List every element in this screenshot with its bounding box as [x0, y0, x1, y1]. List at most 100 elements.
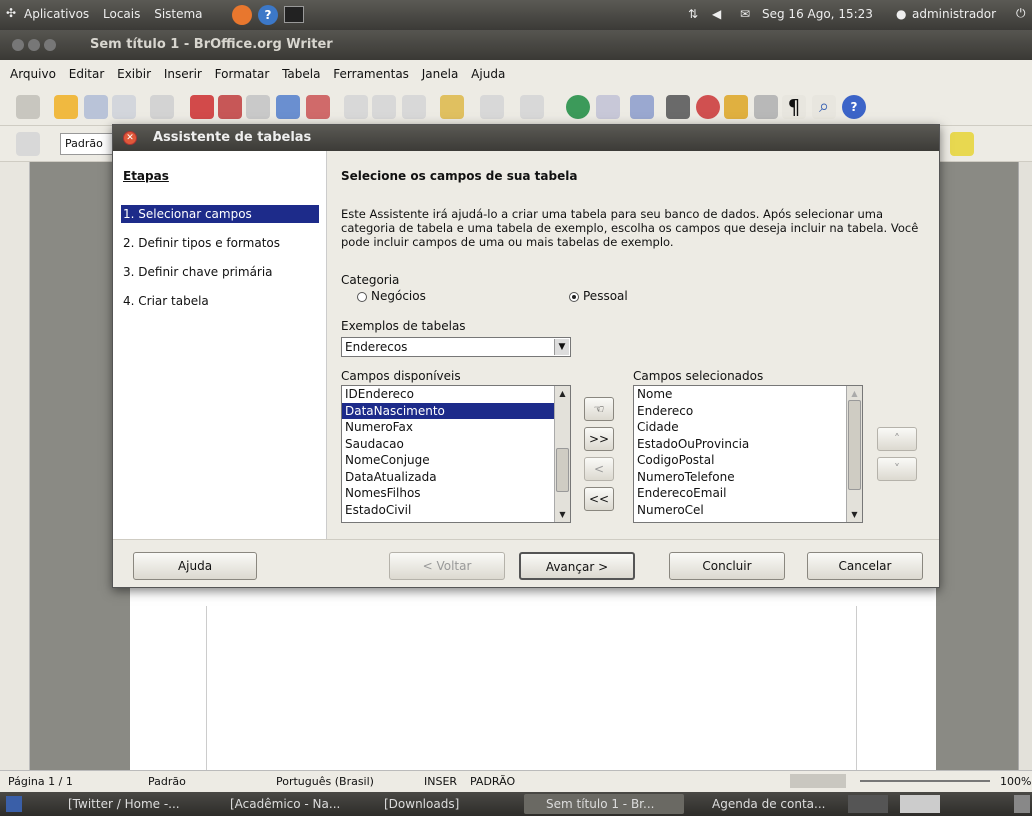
list-item[interactable]: NumeroFax	[342, 419, 570, 436]
list-item[interactable]: IDEndereco	[342, 386, 570, 403]
selection-mode[interactable]: PADRÃO	[470, 775, 515, 788]
help-toolbar-icon[interactable]: ?	[842, 95, 866, 119]
menu-inserir[interactable]: Inserir	[164, 67, 202, 81]
add-all-fields-button[interactable]: >>	[584, 427, 614, 451]
mail-icon[interactable]: ✉	[740, 7, 750, 21]
menu-exibir[interactable]: Exibir	[117, 67, 151, 81]
task-writer[interactable]: Sem título 1 - Br...	[524, 794, 684, 814]
list-item[interactable]: EstadoOuProvincia	[634, 436, 862, 453]
list-item[interactable]: NumeroTelefone	[634, 469, 862, 486]
insert-mode[interactable]: INSER	[424, 775, 457, 788]
terminal-icon[interactable]	[284, 6, 304, 23]
list-item[interactable]: NomesFilhos	[342, 485, 570, 502]
workspace-2[interactable]	[900, 795, 940, 813]
help-icon[interactable]: ?	[258, 5, 278, 25]
task-academico[interactable]: [Acadêmico - Na...	[208, 794, 358, 814]
open-icon[interactable]	[54, 95, 78, 119]
list-item[interactable]: DataAtualizada	[342, 469, 570, 486]
chevron-down-icon[interactable]: ▼	[554, 339, 569, 355]
redo-icon[interactable]	[520, 95, 544, 119]
scroll-thumb[interactable]	[556, 448, 569, 492]
print-icon[interactable]	[218, 95, 242, 119]
email-icon[interactable]	[112, 95, 136, 119]
available-list-scrollbar[interactable]: ▲ ▼	[554, 386, 570, 522]
cancel-button[interactable]: Cancelar	[807, 552, 923, 580]
paste-icon[interactable]	[402, 95, 426, 119]
data-sources-icon[interactable]	[754, 95, 778, 119]
clock[interactable]: Seg 16 Ago, 15:23	[762, 7, 873, 21]
edit-file-icon[interactable]	[150, 95, 174, 119]
power-icon[interactable]: ⏻	[1016, 6, 1026, 21]
list-item[interactable]: Endereco	[634, 403, 862, 420]
help-button[interactable]: Ajuda	[133, 552, 257, 580]
menu-janela[interactable]: Janela	[422, 67, 459, 81]
menu-ajuda[interactable]: Ajuda	[471, 67, 505, 81]
scroll-down-icon[interactable]: ▼	[556, 508, 569, 521]
radio-personal[interactable]: Pessoal	[569, 289, 628, 303]
radio-business[interactable]: Negócios	[357, 289, 426, 303]
cut-icon[interactable]	[344, 95, 368, 119]
menu-tabela[interactable]: Tabela	[282, 67, 320, 81]
remove-all-fields-button[interactable]: <<	[584, 487, 614, 511]
minimize-window-icon[interactable]	[28, 39, 40, 51]
zoom-icon[interactable]: ⌕	[812, 95, 836, 119]
add-field-button[interactable]: ☜	[584, 397, 614, 421]
list-item[interactable]: NomeConjuge	[342, 452, 570, 469]
menu-ferramentas[interactable]: Ferramentas	[333, 67, 409, 81]
draw-functions-icon[interactable]	[630, 95, 654, 119]
list-item[interactable]: Cidade	[634, 419, 862, 436]
remove-field-button[interactable]: <	[584, 457, 614, 481]
list-item[interactable]: NumeroCel	[634, 502, 862, 519]
volume-icon[interactable]: ◀	[712, 7, 721, 21]
spellcheck-icon[interactable]	[276, 95, 300, 119]
scroll-thumb[interactable]	[848, 400, 861, 490]
gnome-foot-icon[interactable]: ✣	[6, 6, 16, 20]
styles-formatting-icon[interactable]	[16, 132, 40, 156]
finish-button[interactable]: Concluir	[669, 552, 785, 580]
maximize-window-icon[interactable]	[44, 39, 56, 51]
language-indicator[interactable]: Português (Brasil)	[276, 775, 374, 788]
gallery-icon[interactable]	[724, 95, 748, 119]
table-icon[interactable]	[596, 95, 620, 119]
autospellcheck-icon[interactable]	[306, 95, 330, 119]
copy-icon[interactable]	[372, 95, 396, 119]
user-name[interactable]: administrador	[912, 7, 996, 21]
vertical-scrollbar[interactable]	[1018, 162, 1032, 770]
examples-combo[interactable]: Enderecos ▼	[341, 337, 571, 357]
step-define-types[interactable]: 2. Definir tipos e formatos	[121, 234, 319, 252]
view-layout-icon[interactable]	[790, 774, 846, 788]
format-paintbrush-icon[interactable]	[440, 95, 464, 119]
page-indicator[interactable]: Página 1 / 1	[8, 775, 73, 788]
formatting-marks-icon[interactable]: ¶	[782, 95, 806, 119]
new-document-icon[interactable]	[16, 95, 40, 119]
highlight-icon[interactable]	[950, 132, 974, 156]
selected-fields-list[interactable]: Nome Endereco Cidade EstadoOuProvincia C…	[633, 385, 863, 523]
step-primary-key[interactable]: 3. Definir chave primária	[121, 263, 319, 281]
task-agenda[interactable]: Agenda de conta...	[690, 794, 840, 814]
navigator-icon[interactable]	[696, 95, 720, 119]
zoom-slider[interactable]	[860, 780, 990, 782]
network-icon[interactable]: ⇅	[688, 7, 698, 21]
list-item[interactable]: EstadoCivil	[342, 502, 570, 519]
radio-personal-indicator[interactable]	[569, 291, 579, 302]
window-titlebar[interactable]: Sem título 1 - BrOffice.org Writer	[0, 30, 1032, 60]
firefox-icon[interactable]	[232, 5, 252, 25]
export-pdf-icon[interactable]	[190, 95, 214, 119]
trash-icon[interactable]	[1014, 795, 1030, 813]
step-select-fields[interactable]: 1. Selecionar campos	[121, 205, 319, 223]
menu-places[interactable]: Locais	[103, 7, 140, 21]
available-fields-list[interactable]: IDEndereco DataNascimento NumeroFax Saud…	[341, 385, 571, 523]
save-icon[interactable]	[84, 95, 108, 119]
list-item[interactable]: EnderecoEmail	[634, 485, 862, 502]
workspace-switcher[interactable]	[848, 795, 888, 813]
find-replace-icon[interactable]	[666, 95, 690, 119]
back-button[interactable]: < Voltar	[389, 552, 505, 580]
close-window-icon[interactable]	[12, 39, 24, 51]
move-down-button[interactable]: ˅	[877, 457, 917, 481]
list-item[interactable]: CodigoPostal	[634, 452, 862, 469]
undo-icon[interactable]	[480, 95, 504, 119]
menu-editar[interactable]: Editar	[69, 67, 105, 81]
paragraph-style-combo[interactable]: Padrão	[60, 133, 120, 155]
menu-arquivo[interactable]: Arquivo	[10, 67, 56, 81]
dialog-close-icon[interactable]: ✕	[123, 131, 137, 145]
